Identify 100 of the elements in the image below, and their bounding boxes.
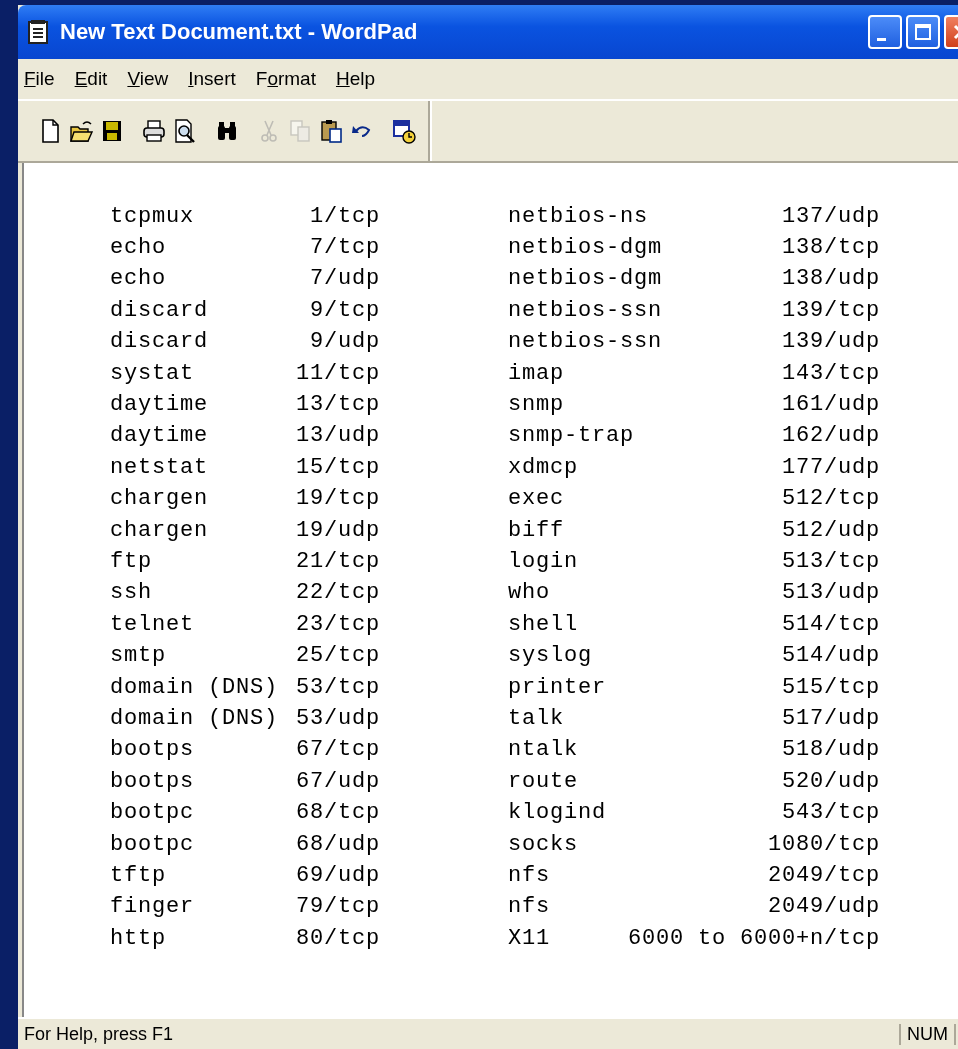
service-name: tcpmux [110,203,195,230]
status-message: For Help, press F1 [23,1023,175,1045]
port-text: 517/udp [782,705,880,732]
service-name: chargen [110,486,209,513]
port-text: 515/tcp [782,674,880,701]
maximize-button[interactable] [906,15,940,49]
service-name: xdmcp [508,454,578,481]
service-name: who [508,580,550,607]
service-name: bootpc [110,831,195,858]
port-text: 22/tcp [295,580,380,607]
port-text: 518/udp [782,737,880,764]
service-name: bootps [110,768,195,795]
port-text: 139/tcp [782,297,880,324]
service-name: echo [110,266,167,293]
service-name: printer [508,674,606,701]
notepad-icon [28,20,48,44]
port-text: 53/tcp [295,674,380,701]
service-name: http [110,925,167,952]
port-text: 177/udp [782,454,880,481]
port-text: 138/tcp [782,235,880,262]
num-lock-indicator: NUM [899,1023,956,1045]
port-text: 513/tcp [782,549,880,575]
port-text: 13/udp [295,423,380,450]
service-name: klogind [508,800,606,827]
service-name: netbios-dgm [508,235,663,262]
port-text: 80/tcp [295,925,380,952]
port-text: 67/udp [295,768,380,795]
port-text: 7/udp [309,266,380,293]
port-text: 11/tcp [295,360,380,387]
service-name: bootps [110,737,195,764]
port-text: 137/udp [782,203,880,230]
service-name: route [508,768,578,795]
service-name: smtp [110,643,167,670]
port-text: 19/tcp [295,486,380,513]
folder-icon[interactable] [69,118,93,144]
service-name: nfs [508,862,550,889]
service-name: talk [508,705,564,732]
port-text: 15/tcp [295,454,380,481]
port-text: 2049/tcp [767,862,880,889]
service-name: ntalk [508,737,578,764]
service-name: finger [110,894,195,921]
service-name: netbios-ssn [508,329,663,356]
port-text: 520/udp [782,768,880,795]
port-text: 512/tcp [782,486,880,513]
port-text: 25/tcp [295,643,380,670]
port-text: 21/tcp [295,549,380,575]
port-text: 13/tcp [295,392,380,419]
service-name: netstat [110,454,209,481]
service-name: systat [110,360,195,387]
service-name: echo [110,235,167,262]
port-text: 9/tcp [309,297,380,324]
menu-item[interactable]: File [24,68,55,90]
service-name: daytime [110,392,209,419]
service-name: snmp [508,392,564,419]
port-text: 23/tcp [295,611,380,638]
menu-item[interactable]: Edit [74,68,108,90]
maximize-icon [914,23,932,41]
service-name: tftp [110,862,167,889]
menu-item[interactable]: Help [335,68,376,90]
clipboard-icon[interactable] [319,118,343,144]
port-text: 1080/tcp [767,831,880,858]
port-text: 19/udp [295,517,380,544]
service-name: domain (DNS) [110,705,280,732]
service-name: nfs [508,894,550,921]
port-text: 53/udp [295,705,380,732]
service-name: chargen [110,517,209,544]
port-text: 514/tcp [782,611,880,638]
service-name: X11 [508,925,550,952]
minimize-button[interactable] [868,15,902,49]
port-text: 143/tcp [782,360,880,387]
service-name: domain (DNS) [110,674,280,701]
service-name: netbios-ssn [508,297,663,324]
service-name: netbios-ns [508,203,649,230]
service-name: bootpc [110,800,195,827]
port-text: 69/udp [295,862,380,889]
printer-icon[interactable] [142,118,166,144]
service-name: exec [508,486,564,513]
port-text: 514/udp [782,643,880,670]
service-name: imap [508,360,564,387]
service-name: snmp-trap [508,423,635,450]
port-text: 139/udp [782,329,880,356]
port-text: 2049/udp [767,894,880,921]
service-name: telnet [110,611,195,638]
service-name: netbios-dgm [508,266,663,293]
service-name: biff [508,517,564,544]
port-text: 161/udp [782,392,880,419]
calendar-clock-icon[interactable] [392,118,416,144]
port-text: 1/tcp [309,203,380,230]
menu-item[interactable]: View [127,68,169,90]
service-name: syslog [508,643,592,670]
menu-item[interactable]: Format [255,68,316,90]
service-name: shell [508,611,578,638]
window-title: New Text Document.txt - WordPad [60,19,419,45]
menu-item[interactable]: Insert [188,68,236,90]
service-name: discard [110,297,209,324]
port-text: 512/udp [782,517,880,544]
port-text: 9/udp [309,329,380,356]
magnifier-page-icon[interactable] [173,118,197,144]
service-name: ssh [110,580,153,607]
port-text: 162/udp [782,423,880,450]
